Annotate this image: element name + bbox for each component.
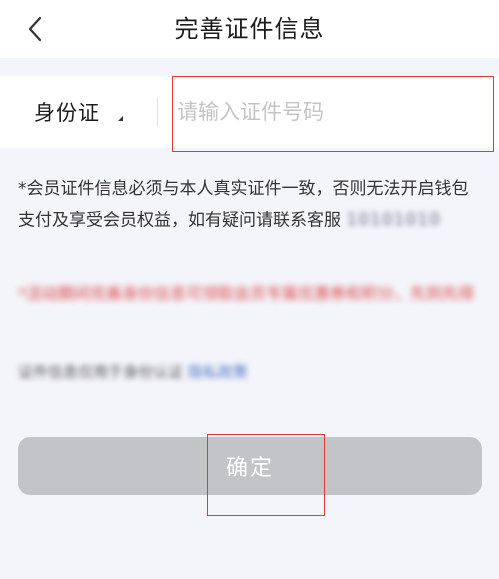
notice-text-1: *会员证件信息必须与本人真实证件一致，否则无法开启钱包支付及享受会员权益，如有疑…: [18, 174, 483, 237]
row-divider: [157, 98, 158, 126]
confirm-button[interactable]: 确定: [18, 437, 482, 495]
notice-text-3: 证件信息仅用于身份认证 隐私政策: [18, 358, 483, 386]
service-phone-obscured[interactable]: 10101010: [346, 205, 441, 236]
caret-down-icon: [118, 115, 123, 121]
privacy-link-obscured[interactable]: 隐私政策: [188, 363, 248, 381]
confirm-button-label: 确定: [225, 456, 274, 481]
promo-notice-obscured: *活动期间完善身份信息可领取会员专属优惠券和积分，先到先得: [18, 284, 475, 303]
id-number-input[interactable]: [173, 78, 493, 146]
header-bar: 完善证件信息: [0, 0, 499, 58]
page-title: 完善证件信息: [174, 15, 325, 43]
id-type-label: 身份证: [34, 101, 100, 125]
notice-text-2: *活动期间完善身份信息可领取会员专属优惠券和积分，先到先得: [18, 280, 483, 307]
id-form-row: 身份证: [0, 76, 499, 148]
id-type-selector[interactable]: 身份证: [34, 76, 123, 148]
privacy-notice-obscured: 证件信息仅用于身份认证: [18, 363, 184, 381]
